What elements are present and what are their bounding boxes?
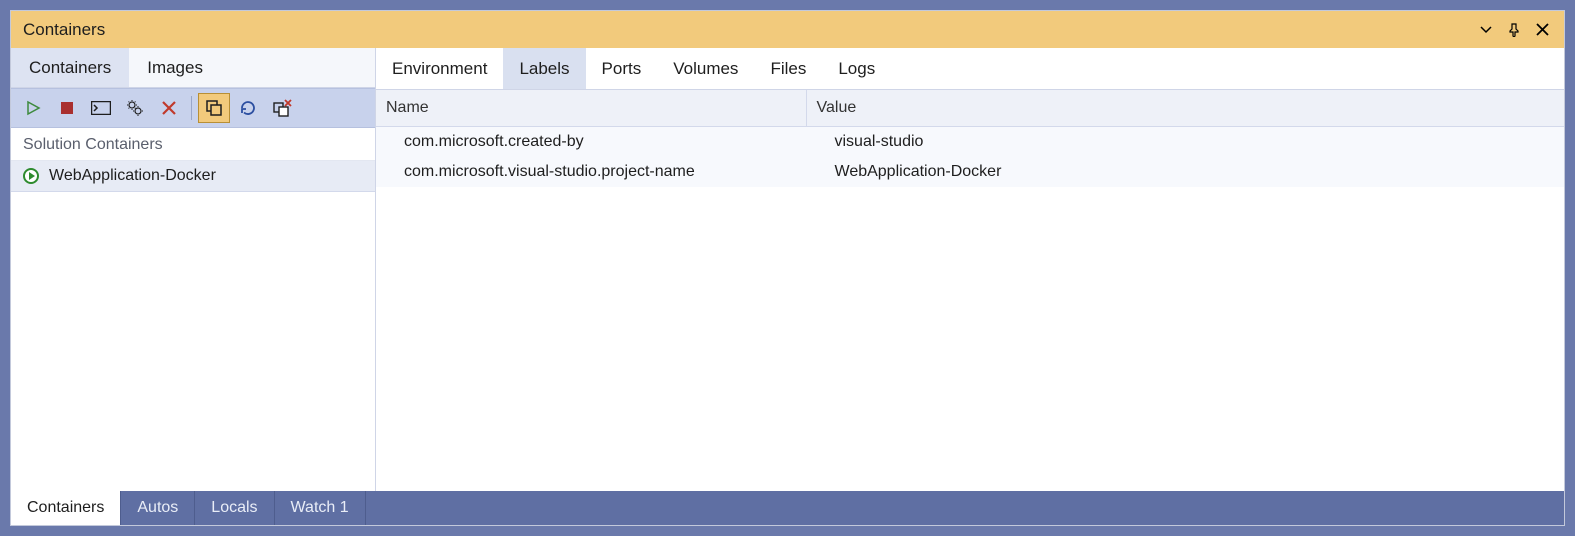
right-pane: Environment Labels Ports Volumes Files L… [376,48,1564,491]
left-tabrow: Containers Images [11,48,375,88]
tab-logs[interactable]: Logs [822,48,891,89]
tab-containers[interactable]: Containers [11,48,129,87]
left-pane: Containers Images [11,48,376,491]
container-item[interactable]: WebApplication-Docker [11,161,375,192]
tab-images[interactable]: Images [129,48,221,87]
left-toolbar [11,88,375,128]
label-value-cell: WebApplication-Docker [806,157,1564,187]
column-header-value[interactable]: Value [806,90,1564,126]
settings-restart-button[interactable] [119,93,151,123]
copy-button[interactable] [198,93,230,123]
window-titlebar: Containers [11,11,1564,48]
terminal-button[interactable] [85,93,117,123]
bottom-tab-locals[interactable]: Locals [195,491,274,525]
detail-tabrow: Environment Labels Ports Volumes Files L… [376,48,1564,90]
tab-volumes[interactable]: Volumes [657,48,754,89]
tab-labels[interactable]: Labels [503,48,585,89]
window-options-dropdown-icon[interactable] [1474,18,1498,42]
column-header-name[interactable]: Name [376,90,806,126]
running-status-icon [23,168,39,184]
group-header: Solution Containers [11,128,375,161]
table-row[interactable]: com.microsoft.created-by visual-studio [376,126,1564,157]
tab-environment[interactable]: Environment [376,48,503,89]
stop-button[interactable] [51,93,83,123]
tab-ports[interactable]: Ports [586,48,658,89]
delete-button[interactable] [153,93,185,123]
tab-files[interactable]: Files [754,48,822,89]
labels-table: Name Value com.microsoft.created-by visu… [376,90,1564,187]
label-name-cell: com.microsoft.visual-studio.project-name [376,157,806,187]
bottom-tab-autos[interactable]: Autos [121,491,195,525]
label-value-cell: visual-studio [806,126,1564,157]
bottom-tab-containers[interactable]: Containers [11,491,121,525]
bottom-tab-watch1[interactable]: Watch 1 [275,491,366,525]
play-button[interactable] [17,93,49,123]
toolbar-separator [191,96,192,120]
pin-icon[interactable] [1502,18,1526,42]
table-row[interactable]: com.microsoft.visual-studio.project-name… [376,157,1564,187]
window-title: Containers [23,20,105,40]
container-tree: Solution Containers WebApplication-Docke… [11,128,375,491]
prune-button[interactable] [266,93,298,123]
container-item-label: WebApplication-Docker [49,167,216,185]
close-icon[interactable] [1530,18,1554,42]
bottom-tabrow: Containers Autos Locals Watch 1 [11,491,1564,525]
refresh-button[interactable] [232,93,264,123]
label-name-cell: com.microsoft.created-by [376,126,806,157]
